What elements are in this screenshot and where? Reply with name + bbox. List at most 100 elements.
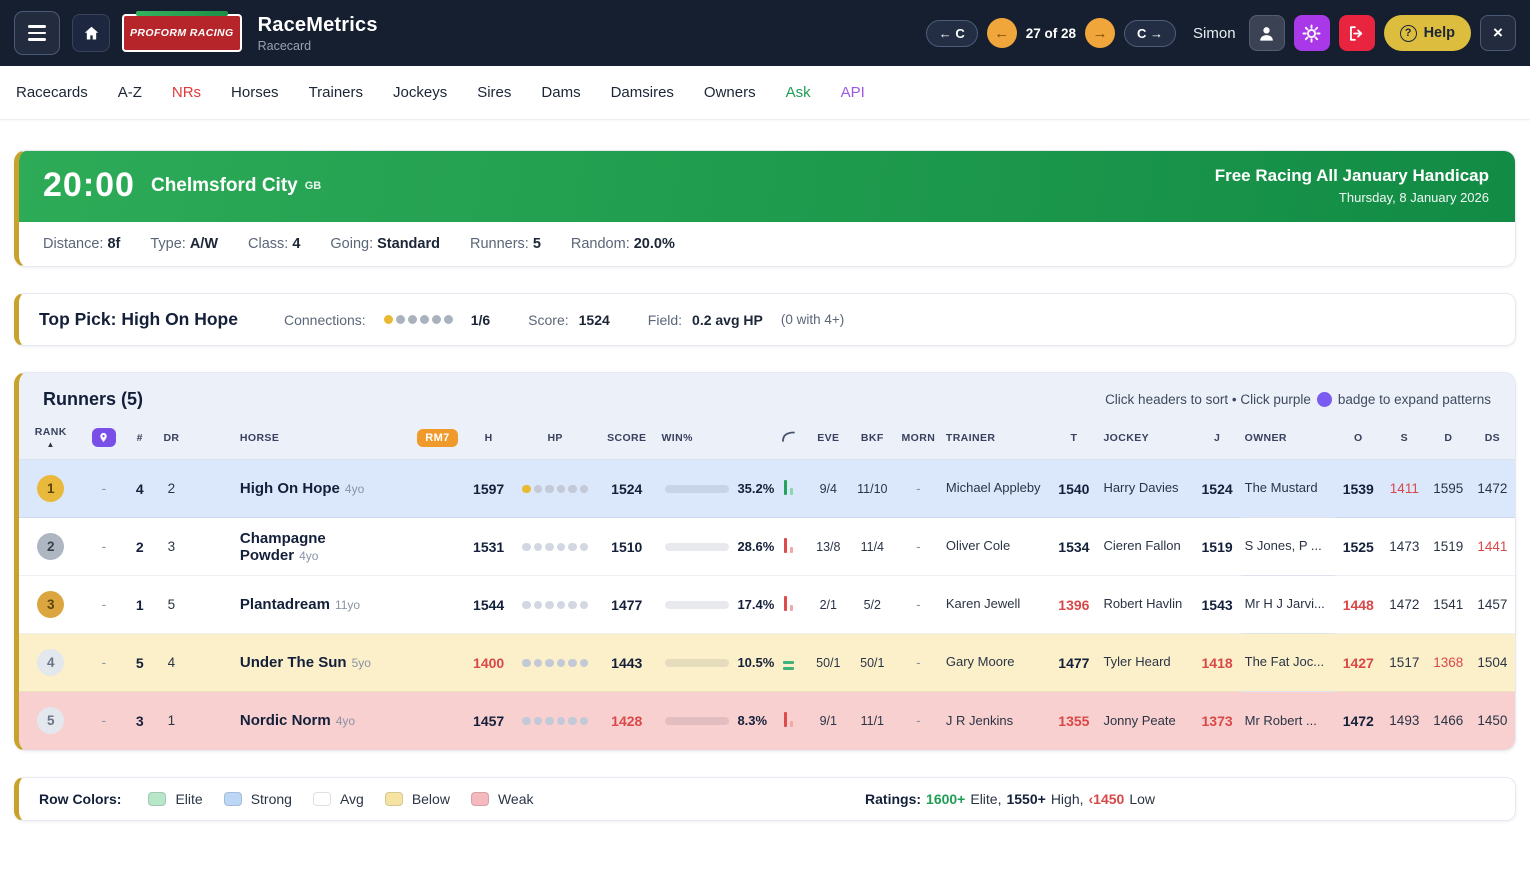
col-s[interactable]: S	[1382, 420, 1427, 460]
owner-cell[interactable]: Mr Robert ...	[1241, 692, 1335, 750]
tab-ask[interactable]: Ask	[786, 84, 811, 101]
rm7-badge[interactable]: RM7	[417, 429, 457, 447]
horse-cell[interactable]: High On Hope4yo	[236, 460, 412, 518]
horse-cell[interactable]: Champagne Powder4yo	[236, 518, 412, 576]
s-cell: 1473	[1382, 518, 1427, 576]
trainer-cell[interactable]: J R Jenkins	[942, 692, 1048, 750]
pattern-pin-badge[interactable]	[92, 428, 116, 447]
hamburger-menu-button[interactable]	[14, 11, 60, 55]
race-going: Going:Standard	[330, 236, 440, 252]
col-horse[interactable]: HORSE	[236, 420, 412, 460]
trainer-cell[interactable]: Gary Moore	[942, 634, 1048, 692]
score-label: Score:	[528, 312, 568, 328]
horse-cell[interactable]: Under The Sun5yo	[236, 634, 412, 692]
morn-cell: -	[895, 576, 942, 634]
col-score[interactable]: SCORE	[596, 420, 657, 460]
col-o[interactable]: O	[1335, 420, 1382, 460]
logout-button[interactable]	[1339, 15, 1375, 51]
jockey-cell[interactable]: Tyler Heard	[1099, 634, 1193, 692]
tab-damsires[interactable]: Damsires	[611, 84, 674, 101]
d-cell: 1368	[1427, 634, 1470, 692]
runner-row[interactable]: 3 - 1 5 Plantadream11yo 1544 1477 17.4% …	[19, 576, 1515, 634]
close-button[interactable]: ×	[1480, 15, 1516, 51]
next-race-button[interactable]: →	[1085, 18, 1115, 48]
form-curve-icon	[781, 431, 795, 442]
prev-course-button[interactable]: ← C	[926, 20, 978, 47]
trainer-cell[interactable]: Karen Jewell	[942, 576, 1048, 634]
runner-row[interactable]: 4 - 5 4 Under The Sun5yo 1400 1443 10.5%…	[19, 634, 1515, 692]
draw-cell: 5	[154, 576, 189, 634]
owner-cell[interactable]: The Mustard	[1241, 460, 1335, 518]
proform-racing-logo[interactable]: PROFORM RACING	[122, 14, 242, 52]
prev-race-button[interactable]: ←	[987, 18, 1017, 48]
next-course-button[interactable]: C →	[1124, 20, 1176, 47]
runner-row[interactable]: 5 - 3 1 Nordic Norm4yo 1457 1428 8.3% 9/…	[19, 692, 1515, 750]
col-ds[interactable]: DS	[1470, 420, 1515, 460]
col-rm7[interactable]: RM7	[412, 420, 463, 460]
jockey-cell[interactable]: Cieren Fallon	[1099, 518, 1193, 576]
rank-badge: 2	[37, 533, 64, 560]
ds-cell: 1441	[1470, 518, 1515, 576]
tab-api[interactable]: API	[841, 84, 865, 101]
tab-racecards[interactable]: Racecards	[16, 84, 88, 101]
settings-button[interactable]	[1294, 15, 1330, 51]
horse-cell[interactable]: Plantadream11yo	[236, 576, 412, 634]
number-cell: 1	[125, 576, 154, 634]
connections-value: 1/6	[471, 312, 490, 328]
col-t[interactable]: T	[1048, 420, 1099, 460]
col-j[interactable]: J	[1194, 420, 1241, 460]
tab-nrs[interactable]: NRs	[172, 84, 201, 101]
connections-label: Connections:	[284, 312, 366, 328]
col-hp[interactable]: HP	[514, 420, 596, 460]
col-h[interactable]: H	[463, 420, 514, 460]
h-cell: 1544	[463, 576, 514, 634]
col-jockey[interactable]: JOCKEY	[1099, 420, 1193, 460]
tab-horses[interactable]: Horses	[231, 84, 279, 101]
number-cell: 5	[125, 634, 154, 692]
owner-cell[interactable]: S Jones, P ...	[1241, 518, 1335, 576]
pin-icon	[98, 432, 109, 443]
race-info-bar: Distance:8f Type:A/W Class:4 Going:Stand…	[19, 222, 1515, 266]
form-spark-icon	[784, 537, 794, 553]
owner-cell[interactable]: Mr H J Jarvi...	[1241, 576, 1335, 634]
tab-jockeys[interactable]: Jockeys	[393, 84, 447, 101]
col-d[interactable]: D	[1427, 420, 1470, 460]
ds-cell: 1504	[1470, 634, 1515, 692]
jockey-cell[interactable]: Robert Havlin	[1099, 576, 1193, 634]
horse-cell[interactable]: Nordic Norm4yo	[236, 692, 412, 750]
owner-cell[interactable]: The Fat Joc...	[1241, 634, 1335, 692]
runners-card: Runners (5) Click headers to sort • Clic…	[14, 372, 1516, 751]
col-bkf[interactable]: BKF	[850, 420, 895, 460]
trainer-cell[interactable]: Michael Appleby	[942, 460, 1048, 518]
col-draw[interactable]: DR	[154, 420, 189, 460]
race-title: Free Racing All January Handicap	[1215, 166, 1489, 186]
form-spark-icon	[784, 711, 794, 727]
main-content: 20:00 Chelmsford City GB Free Racing All…	[0, 150, 1530, 821]
jockey-cell[interactable]: Harry Davies	[1099, 460, 1193, 518]
jockey-cell[interactable]: Jonny Peate	[1099, 692, 1193, 750]
col-number[interactable]: #	[125, 420, 154, 460]
col-win[interactable]: WIN%	[657, 420, 770, 460]
col-trainer[interactable]: TRAINER	[942, 420, 1048, 460]
runner-row[interactable]: 1 - 4 2 High On Hope4yo 1597 1524 35.2% …	[19, 460, 1515, 518]
home-button[interactable]	[72, 14, 110, 52]
help-icon: ?	[1400, 25, 1417, 42]
tab-sires[interactable]: Sires	[477, 84, 511, 101]
col-morn[interactable]: MORN	[895, 420, 942, 460]
col-form[interactable]	[770, 420, 807, 460]
tab-owners[interactable]: Owners	[704, 84, 756, 101]
help-button[interactable]: ? Help	[1384, 15, 1471, 51]
col-rank[interactable]: RANK▲	[19, 420, 82, 460]
tab-a-z[interactable]: A-Z	[118, 84, 142, 101]
runner-row[interactable]: 2 - 2 3 Champagne Powder4yo 1531 1510 28…	[19, 518, 1515, 576]
col-eve[interactable]: EVE	[807, 420, 850, 460]
user-name: Simon	[1193, 25, 1236, 42]
user-profile-button[interactable]	[1249, 15, 1285, 51]
trainer-cell[interactable]: Oliver Cole	[942, 518, 1048, 576]
j-cell: 1524	[1194, 460, 1241, 518]
tab-dams[interactable]: Dams	[541, 84, 580, 101]
tab-trainers[interactable]: Trainers	[309, 84, 363, 101]
col-pattern[interactable]	[82, 420, 125, 460]
hp-dots	[522, 717, 588, 726]
col-owner[interactable]: OWNER	[1241, 420, 1335, 460]
